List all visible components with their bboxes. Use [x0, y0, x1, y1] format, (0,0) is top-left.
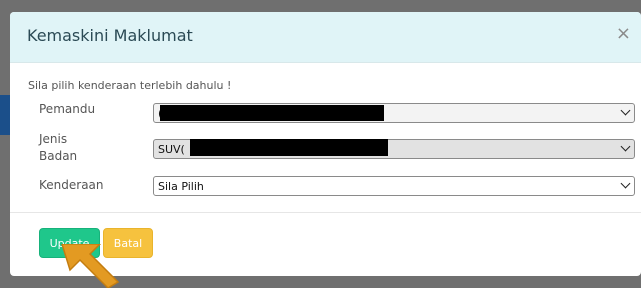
update-info-modal: Kemaskini Maklumat × Sila pilih kenderaa…	[10, 12, 641, 276]
modal-title: Kemaskini Maklumat	[27, 26, 193, 45]
chevron-down-icon	[620, 105, 631, 116]
background-sidebar-edge	[0, 95, 10, 135]
modal-header: Kemaskini Maklumat ×	[10, 12, 641, 63]
body-type-label: Jenis Badan	[39, 132, 78, 163]
redaction-block	[190, 139, 388, 156]
pointer-arrow-icon	[61, 244, 120, 288]
footer-divider	[10, 212, 641, 213]
vehicle-select-value: Sila Pilih	[158, 180, 204, 193]
body-type-select-value: SUV(	[158, 143, 185, 156]
vehicle-label: Kenderaan	[39, 178, 104, 192]
chevron-down-icon	[620, 141, 631, 152]
notice-text: Sila pilih kenderaan terlebih dahulu !	[28, 79, 232, 92]
body-type-select[interactable]: SUV(	[153, 139, 635, 159]
chevron-down-icon	[620, 178, 631, 189]
driver-select[interactable]: (	[153, 103, 635, 123]
driver-label: Pemandu	[39, 102, 96, 116]
redaction-block	[160, 105, 384, 121]
close-icon[interactable]: ×	[616, 25, 631, 43]
vehicle-select[interactable]: Sila Pilih	[153, 176, 635, 196]
